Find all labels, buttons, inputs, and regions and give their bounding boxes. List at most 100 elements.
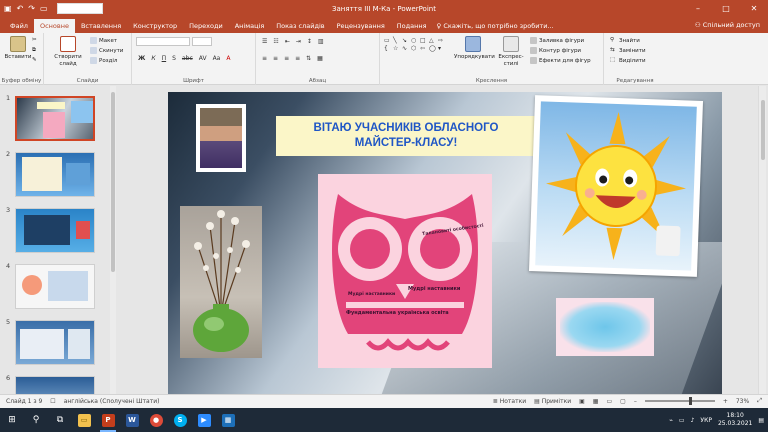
- justify-icon[interactable]: ≡: [295, 55, 300, 62]
- tab-review[interactable]: Рецензування: [331, 19, 391, 33]
- replace-button[interactable]: ⇆ Замінити: [610, 47, 646, 54]
- strikethrough-button[interactable]: abc: [182, 55, 193, 62]
- tab-transitions[interactable]: Переходи: [183, 19, 229, 33]
- tab-design[interactable]: Конструктор: [127, 19, 183, 33]
- share-button[interactable]: ⚇ Спільний доступ: [695, 18, 760, 32]
- copy-button[interactable]: ⧉: [32, 47, 39, 54]
- zoom-slider[interactable]: [644, 397, 715, 405]
- search-button[interactable]: ⚲: [24, 408, 48, 432]
- clock[interactable]: 18:10 25.03.2021: [718, 412, 752, 428]
- right-arrow-icon[interactable]: ⇨: [438, 37, 447, 45]
- language-tray[interactable]: УКР: [700, 417, 712, 424]
- line-spacing-icon[interactable]: ↕: [307, 38, 312, 45]
- language-indicator[interactable]: англійська (Сполучені Штати): [64, 398, 160, 405]
- font-name-combo[interactable]: [136, 37, 190, 46]
- curve-icon[interactable]: ∿: [402, 45, 411, 53]
- slide-thumbnail-3[interactable]: 3: [0, 206, 110, 254]
- normal-view-icon[interactable]: ▣: [579, 398, 585, 405]
- case-button[interactable]: Аа: [213, 55, 221, 62]
- brace-icon[interactable]: {: [384, 45, 393, 53]
- reading-view-icon[interactable]: ▭: [606, 398, 612, 405]
- start-button[interactable]: ⊞: [0, 408, 24, 432]
- sorter-view-icon[interactable]: ▦: [593, 398, 599, 405]
- zoom-in-button[interactable]: +: [723, 398, 728, 405]
- increase-indent-icon[interactable]: ⇥: [296, 38, 301, 45]
- more-shapes-icon[interactable]: ▾: [438, 45, 447, 53]
- save-icon[interactable]: ▣: [4, 4, 12, 13]
- portrait-photo[interactable]: [196, 104, 246, 172]
- network-icon[interactable]: ⌁: [669, 417, 673, 424]
- square-icon[interactable]: □: [420, 37, 429, 45]
- thumbnail-scrollbar[interactable]: [110, 86, 116, 394]
- arrange-button[interactable]: Упорядкувати: [454, 36, 495, 61]
- shadow-button[interactable]: S: [172, 55, 176, 62]
- close-button[interactable]: ✕: [740, 0, 768, 17]
- decrease-indent-icon[interactable]: ⇤: [285, 38, 290, 45]
- slide-thumbnail-1[interactable]: 1: [0, 94, 110, 142]
- tab-insert[interactable]: Вставлення: [75, 19, 127, 33]
- layout-button[interactable]: Макет: [90, 37, 117, 44]
- rectangle-icon[interactable]: ▭: [384, 37, 393, 45]
- tab-animations[interactable]: Анімація: [229, 19, 271, 33]
- fit-slide-icon[interactable]: ⤢: [757, 397, 762, 405]
- comments-button[interactable]: ▤ Примітки: [534, 398, 571, 405]
- explorer-button[interactable]: ▭: [72, 408, 96, 432]
- skype-button[interactable]: S: [168, 408, 192, 432]
- numbering-icon[interactable]: ☷: [273, 38, 278, 45]
- minimize-button[interactable]: –: [684, 0, 712, 17]
- italic-button[interactable]: К: [151, 55, 155, 62]
- text-direction-icon[interactable]: ⇅: [306, 55, 311, 62]
- scroll-thumb[interactable]: [111, 92, 115, 272]
- word-button[interactable]: W: [120, 408, 144, 432]
- spellcheck-icon[interactable]: ☐: [50, 398, 55, 405]
- shape-effects-button[interactable]: Ефекти для фігур: [530, 57, 591, 64]
- shape-fill-button[interactable]: Заливка фігури: [530, 37, 584, 44]
- triangle-icon[interactable]: △: [429, 37, 438, 45]
- star-icon[interactable]: ☆: [393, 45, 402, 53]
- zoom-level[interactable]: 73%: [736, 398, 749, 405]
- slide-thumbnail-5[interactable]: 5: [0, 318, 110, 366]
- slide-title-box[interactable]: ВІТАЮ УЧАСНИКІВ ОБЛАСНОГО МАЙСТЕР-КЛАСУ!: [276, 116, 536, 156]
- format-painter-button[interactable]: ✎: [32, 57, 39, 64]
- font-size-combo[interactable]: [192, 37, 212, 46]
- photos-button[interactable]: ▦: [216, 408, 240, 432]
- zoom-handle[interactable]: [688, 397, 692, 405]
- font-color-button[interactable]: A: [226, 55, 230, 62]
- vase-picture[interactable]: [180, 206, 262, 358]
- current-slide[interactable]: ВІТАЮ УЧАСНИКІВ ОБЛАСНОГО МАЙСТЕР-КЛАСУ!: [168, 92, 722, 394]
- tab-file[interactable]: Файл: [4, 19, 34, 33]
- notes-button[interactable]: ≣ Нотатки: [493, 398, 526, 405]
- zoom-out-button[interactable]: –: [634, 398, 637, 405]
- redo-icon[interactable]: ↷: [28, 4, 35, 13]
- underline-button[interactable]: П: [162, 55, 167, 62]
- align-right-icon[interactable]: ≡: [284, 55, 289, 62]
- task-view-button[interactable]: ⧉: [48, 408, 72, 432]
- oval-icon[interactable]: ○: [411, 37, 420, 45]
- tab-view[interactable]: Подання: [391, 19, 433, 33]
- slide-scrollbar[interactable]: [758, 86, 766, 394]
- scroll-thumb[interactable]: [761, 100, 765, 160]
- notifications-icon[interactable]: ▤: [758, 417, 764, 424]
- tab-home[interactable]: Основне: [33, 19, 75, 33]
- maximize-button[interactable]: □: [712, 0, 740, 17]
- quick-access-combo[interactable]: [56, 3, 103, 14]
- slideshow-view-icon[interactable]: ▢: [620, 398, 626, 405]
- slide-thumbnail-2[interactable]: 2: [0, 150, 110, 198]
- circle-icon[interactable]: ◯: [429, 45, 438, 53]
- shape-outline-button[interactable]: Контур фігури: [530, 47, 581, 54]
- select-button[interactable]: ⬚ Виділити: [610, 57, 646, 64]
- sun-picture[interactable]: [528, 95, 704, 277]
- quick-styles-button[interactable]: Експрес-стилі: [494, 36, 528, 68]
- tab-slideshow[interactable]: Показ слайдів: [270, 19, 330, 33]
- battery-icon[interactable]: ▭: [679, 417, 685, 424]
- paste-button[interactable]: Вставити: [3, 36, 33, 61]
- columns-icon[interactable]: ▥: [318, 38, 324, 45]
- reset-button[interactable]: Скинути: [90, 47, 123, 54]
- align-center-icon[interactable]: ≡: [273, 55, 278, 62]
- arrow-icon[interactable]: ↘: [402, 37, 411, 45]
- present-icon[interactable]: ▭: [40, 4, 48, 13]
- powerpoint-button[interactable]: P: [96, 408, 120, 432]
- chrome-button[interactable]: ●: [144, 408, 168, 432]
- smartart-icon[interactable]: ▦: [317, 55, 323, 62]
- line-icon[interactable]: ╲: [393, 37, 402, 45]
